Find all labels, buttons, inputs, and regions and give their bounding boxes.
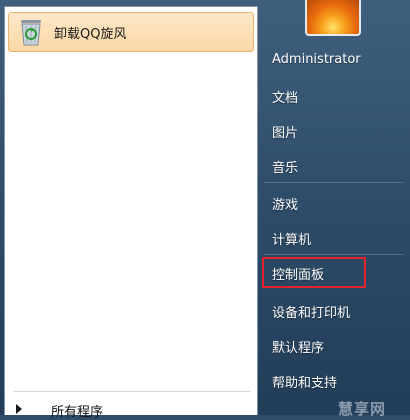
programs-pane: 卸载QQ旋风 所有程序	[4, 6, 258, 420]
menu-separator	[264, 254, 404, 255]
separator	[13, 391, 251, 392]
all-programs-label: 所有程序	[51, 404, 104, 420]
menu-item-music[interactable]: 音乐	[272, 157, 298, 176]
start-menu: 卸载QQ旋风 所有程序 Administrator 文档 图片 音乐 游戏 计算…	[0, 0, 410, 420]
program-label: 卸载QQ旋风	[54, 26, 127, 42]
menu-item-default-programs[interactable]: 默认程序	[272, 337, 324, 356]
control-panel-highlight	[262, 257, 366, 288]
menu-item-games[interactable]: 游戏	[272, 194, 298, 213]
all-programs-button[interactable]: 所有程序	[15, 401, 253, 420]
menu-item-computer[interactable]: 计算机	[272, 229, 311, 248]
menu-item-help-support[interactable]: 帮助和支持	[272, 372, 337, 391]
menu-item-administrator[interactable]: Administrator	[272, 52, 361, 67]
watermark: 慧享网	[338, 400, 387, 418]
menu-item-pictures[interactable]: 图片	[272, 122, 298, 141]
program-uninstall-qq-xuanfeng[interactable]: 卸载QQ旋风	[8, 12, 254, 52]
menu-separator	[264, 182, 404, 183]
recycle-bin-icon	[18, 17, 44, 47]
menu-item-documents[interactable]: 文档	[272, 87, 298, 106]
user-avatar[interactable]	[305, 0, 361, 36]
menu-item-devices-printers[interactable]: 设备和打印机	[272, 302, 350, 321]
triangle-right-icon	[15, 404, 25, 416]
